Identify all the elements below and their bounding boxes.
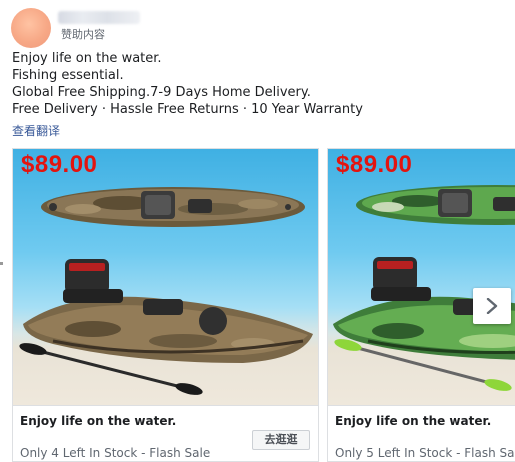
caption-line: Free Delivery · Hassle Free Returns · 10… — [12, 102, 363, 117]
advertiser-name-redacted[interactable] — [58, 11, 140, 24]
caption-line: Enjoy life on the water. — [12, 51, 162, 66]
card-stock-text: Only 4 Left In Stock - Flash Sale — [20, 446, 211, 460]
card-footer[interactable]: Enjoy life on the water. Only 4 Left In … — [13, 405, 318, 461]
product-carousel: $89.00 Enjoy life on the water. Only 4 L… — [12, 148, 515, 462]
shop-now-button[interactable]: 去逛逛 — [252, 430, 310, 450]
divider-mark — [0, 262, 3, 265]
camo-green-kayak-icon — [333, 185, 515, 391]
product-image[interactable]: $89.00 — [328, 149, 515, 405]
price-label: $89.00 — [21, 151, 98, 178]
post-caption: Enjoy life on the water. Fishing essenti… — [12, 50, 363, 118]
camo-brown-kayak-icon — [19, 187, 313, 395]
caption-line: Fishing essential. — [12, 68, 124, 83]
caption-line: Global Free Shipping.7-9 Days Home Deliv… — [12, 85, 311, 100]
card-title: Enjoy life on the water. — [20, 414, 177, 428]
advertiser-avatar[interactable] — [11, 8, 51, 48]
product-image[interactable]: $89.00 — [13, 149, 318, 405]
card-title: Enjoy life on the water. — [335, 414, 492, 428]
price-label: $89.00 — [336, 151, 413, 178]
sponsored-label[interactable]: 赞助内容 — [61, 26, 105, 42]
sponsored-post: 赞助内容 Enjoy life on the water. Fishing es… — [0, 0, 515, 462]
card-stock-text: Only 5 Left In Stock - Flash Sale — [335, 446, 515, 460]
chevron-right-icon — [486, 298, 498, 314]
see-translation-link[interactable]: 查看翻译 — [12, 122, 60, 139]
carousel-card[interactable]: $89.00 Enjoy life on the water. Only 4 L… — [12, 148, 319, 462]
carousel-next-button[interactable] — [473, 288, 511, 324]
card-footer[interactable]: Enjoy life on the water. Only 5 Left In … — [328, 405, 515, 461]
